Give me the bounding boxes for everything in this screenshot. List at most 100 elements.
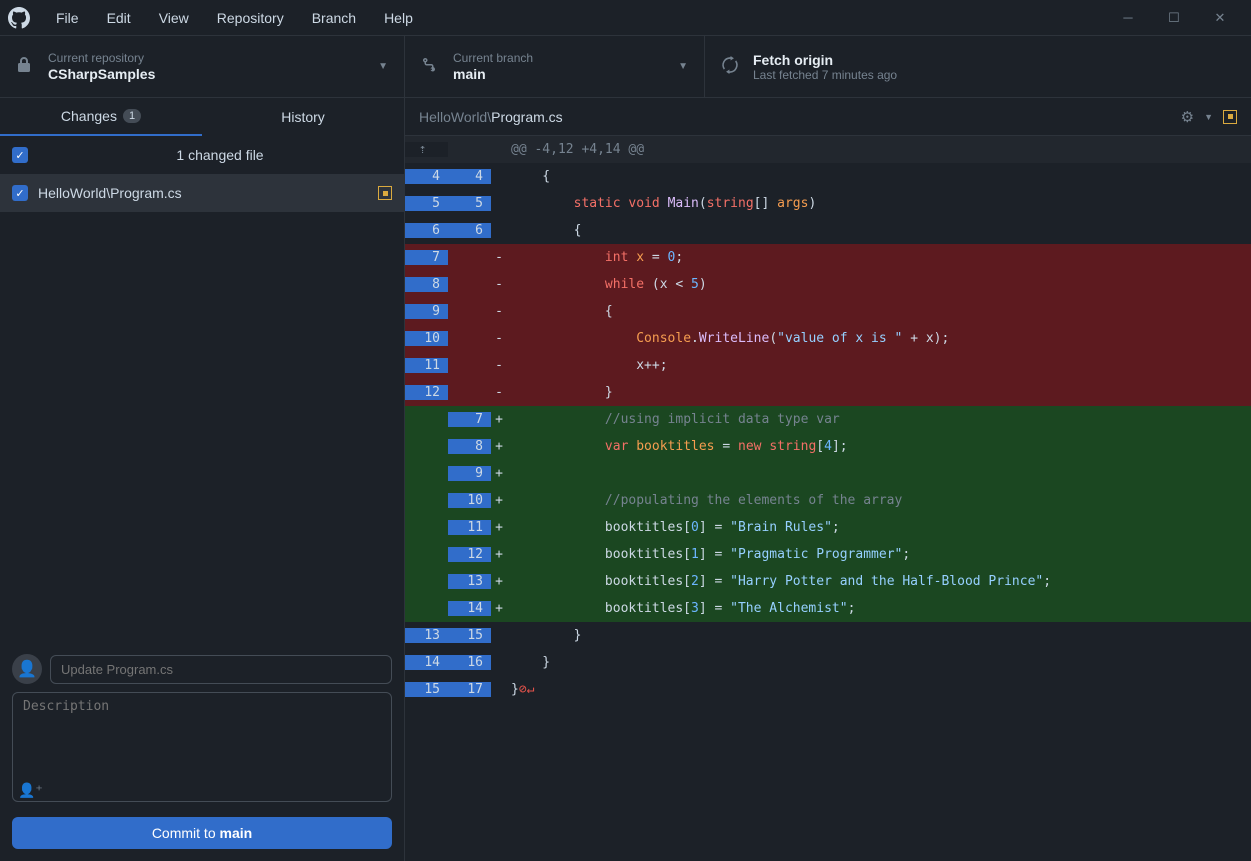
minimize-button[interactable]: ─ bbox=[1105, 0, 1151, 36]
diff-line[interactable]: 12+ booktitles[1] = "Pragmatic Programme… bbox=[405, 541, 1251, 568]
sidebar: Changes 1 History ✓ 1 changed file ✓ Hel… bbox=[0, 98, 405, 861]
file-checkbox[interactable]: ✓ bbox=[12, 185, 28, 201]
diff-line[interactable]: 9+ bbox=[405, 460, 1251, 487]
modified-indicator-icon bbox=[378, 186, 392, 200]
diff-line[interactable]: 9- { bbox=[405, 298, 1251, 325]
new-line-number: 14 bbox=[448, 601, 491, 616]
repository-selector[interactable]: Current repository CSharpSamples ▼ bbox=[0, 36, 405, 97]
diff-line[interactable]: 66 { bbox=[405, 217, 1251, 244]
code-content: { bbox=[507, 304, 1251, 319]
hunk-header: @@ -4,12 +4,14 @@ bbox=[507, 142, 1251, 157]
close-button[interactable]: ✕ bbox=[1197, 0, 1243, 36]
diff-body[interactable]: ⇡ @@ -4,12 +4,14 @@ 44 {55 static void M… bbox=[405, 136, 1251, 861]
diff-line[interactable]: 13+ booktitles[2] = "Harry Potter and th… bbox=[405, 568, 1251, 595]
code-content: while (x < 5) bbox=[507, 277, 1251, 292]
commit-button-branch: main bbox=[220, 825, 253, 841]
diff-line[interactable]: 55 static void Main(string[] args) bbox=[405, 190, 1251, 217]
new-line-number: 11 bbox=[448, 520, 491, 535]
file-path: HelloWorld\Program.cs bbox=[38, 185, 182, 201]
old-line-number: 6 bbox=[405, 223, 448, 238]
diff-line[interactable]: 8- while (x < 5) bbox=[405, 271, 1251, 298]
diff-marker: - bbox=[491, 250, 507, 265]
commit-area: 👤 👤⁺ Commit to main bbox=[0, 642, 404, 861]
tab-changes[interactable]: Changes 1 bbox=[0, 98, 202, 136]
changes-count-badge: 1 bbox=[123, 109, 141, 123]
diff-line[interactable]: 10- Console.WriteLine("value of x is " +… bbox=[405, 325, 1251, 352]
diff-marker: - bbox=[491, 331, 507, 346]
diff-line[interactable]: 10+ //populating the elements of the arr… bbox=[405, 487, 1251, 514]
code-content: booktitles[3] = "The Alchemist"; bbox=[507, 601, 1251, 616]
modified-indicator-icon bbox=[1223, 110, 1237, 124]
code-content: booktitles[1] = "Pragmatic Programmer"; bbox=[507, 547, 1251, 562]
diff-marker: + bbox=[491, 547, 507, 562]
tab-changes-label: Changes bbox=[61, 108, 117, 124]
fetch-button[interactable]: Fetch origin Last fetched 7 minutes ago bbox=[705, 36, 1251, 97]
diff-line[interactable]: 7- int x = 0; bbox=[405, 244, 1251, 271]
diff-line[interactable]: 1315 } bbox=[405, 622, 1251, 649]
diff-header: HelloWorld\Program.cs ⚙ ▼ bbox=[405, 98, 1251, 136]
diff-line[interactable]: 11- x++; bbox=[405, 352, 1251, 379]
avatar: 👤 bbox=[12, 654, 42, 684]
repository-label: Current repository bbox=[48, 51, 378, 65]
menu-help[interactable]: Help bbox=[372, 6, 425, 30]
menu-file[interactable]: File bbox=[44, 6, 91, 30]
diff-line[interactable]: 11+ booktitles[0] = "Brain Rules"; bbox=[405, 514, 1251, 541]
sync-icon bbox=[721, 56, 739, 77]
menu-repository[interactable]: Repository bbox=[205, 6, 296, 30]
branch-selector[interactable]: Current branch main ▼ bbox=[405, 36, 705, 97]
commit-button[interactable]: Commit to main bbox=[12, 817, 392, 849]
window-controls: ─ ☐ ✕ bbox=[1105, 0, 1243, 36]
code-content: }⊘↵ bbox=[507, 682, 1251, 697]
old-line-number: 10 bbox=[405, 331, 448, 346]
old-line-number: 4 bbox=[405, 169, 448, 184]
diff-line[interactable]: 1517 }⊘↵ bbox=[405, 676, 1251, 703]
diff-marker: + bbox=[491, 493, 507, 508]
old-line-number: 5 bbox=[405, 196, 448, 211]
diff-marker: - bbox=[491, 277, 507, 292]
menu-branch[interactable]: Branch bbox=[300, 6, 368, 30]
diff-marker: + bbox=[491, 439, 507, 454]
diff-line[interactable]: 8+ var booktitles = new string[4]; bbox=[405, 433, 1251, 460]
expand-up-icon[interactable]: ⇡ bbox=[405, 142, 448, 157]
old-line-number: 14 bbox=[405, 655, 448, 670]
diff-file-path: HelloWorld\Program.cs bbox=[419, 109, 563, 125]
diff-marker: + bbox=[491, 520, 507, 535]
code-content: x++; bbox=[507, 358, 1251, 373]
menu-view[interactable]: View bbox=[147, 6, 201, 30]
menu-edit[interactable]: Edit bbox=[95, 6, 143, 30]
code-content: var booktitles = new string[4]; bbox=[507, 439, 1251, 454]
new-line-number: 9 bbox=[448, 466, 491, 481]
code-content: booktitles[2] = "Harry Potter and the Ha… bbox=[507, 574, 1251, 589]
chevron-down-icon[interactable]: ▼ bbox=[1204, 112, 1213, 122]
diff-line[interactable]: 44 { bbox=[405, 163, 1251, 190]
new-line-number: 17 bbox=[448, 682, 491, 697]
titlebar: FileEditViewRepositoryBranchHelp ─ ☐ ✕ bbox=[0, 0, 1251, 36]
chevron-down-icon: ▼ bbox=[378, 61, 388, 72]
diff-marker: + bbox=[491, 574, 507, 589]
commit-description-input[interactable] bbox=[12, 692, 392, 802]
diff-line[interactable]: 1416 } bbox=[405, 649, 1251, 676]
diff-line[interactable]: 7+ //using implicit data type var bbox=[405, 406, 1251, 433]
old-line-number: 11 bbox=[405, 358, 448, 373]
diff-line[interactable]: 14+ booktitles[3] = "The Alchemist"; bbox=[405, 595, 1251, 622]
tab-history[interactable]: History bbox=[202, 98, 404, 136]
github-logo-icon bbox=[8, 7, 30, 29]
new-line-number: 7 bbox=[448, 412, 491, 427]
gear-icon[interactable]: ⚙ bbox=[1181, 108, 1194, 126]
branch-value: main bbox=[453, 66, 678, 82]
commit-summary-input[interactable] bbox=[50, 655, 392, 684]
code-content: } bbox=[507, 655, 1251, 670]
branch-icon bbox=[421, 57, 439, 76]
file-item[interactable]: ✓ HelloWorld\Program.cs bbox=[0, 174, 404, 212]
maximize-button[interactable]: ☐ bbox=[1151, 0, 1197, 36]
file-summary-row[interactable]: ✓ 1 changed file bbox=[0, 136, 404, 174]
diff-line[interactable]: 12- } bbox=[405, 379, 1251, 406]
select-all-checkbox[interactable]: ✓ bbox=[12, 147, 28, 163]
old-line-number: 7 bbox=[405, 250, 448, 265]
branch-label: Current branch bbox=[453, 51, 678, 65]
code-content: } bbox=[507, 385, 1251, 400]
code-content: } bbox=[507, 628, 1251, 643]
add-coauthor-icon[interactable]: 👤⁺ bbox=[18, 782, 43, 799]
chevron-down-icon: ▼ bbox=[678, 61, 688, 72]
toolbar: Current repository CSharpSamples ▼ Curre… bbox=[0, 36, 1251, 98]
